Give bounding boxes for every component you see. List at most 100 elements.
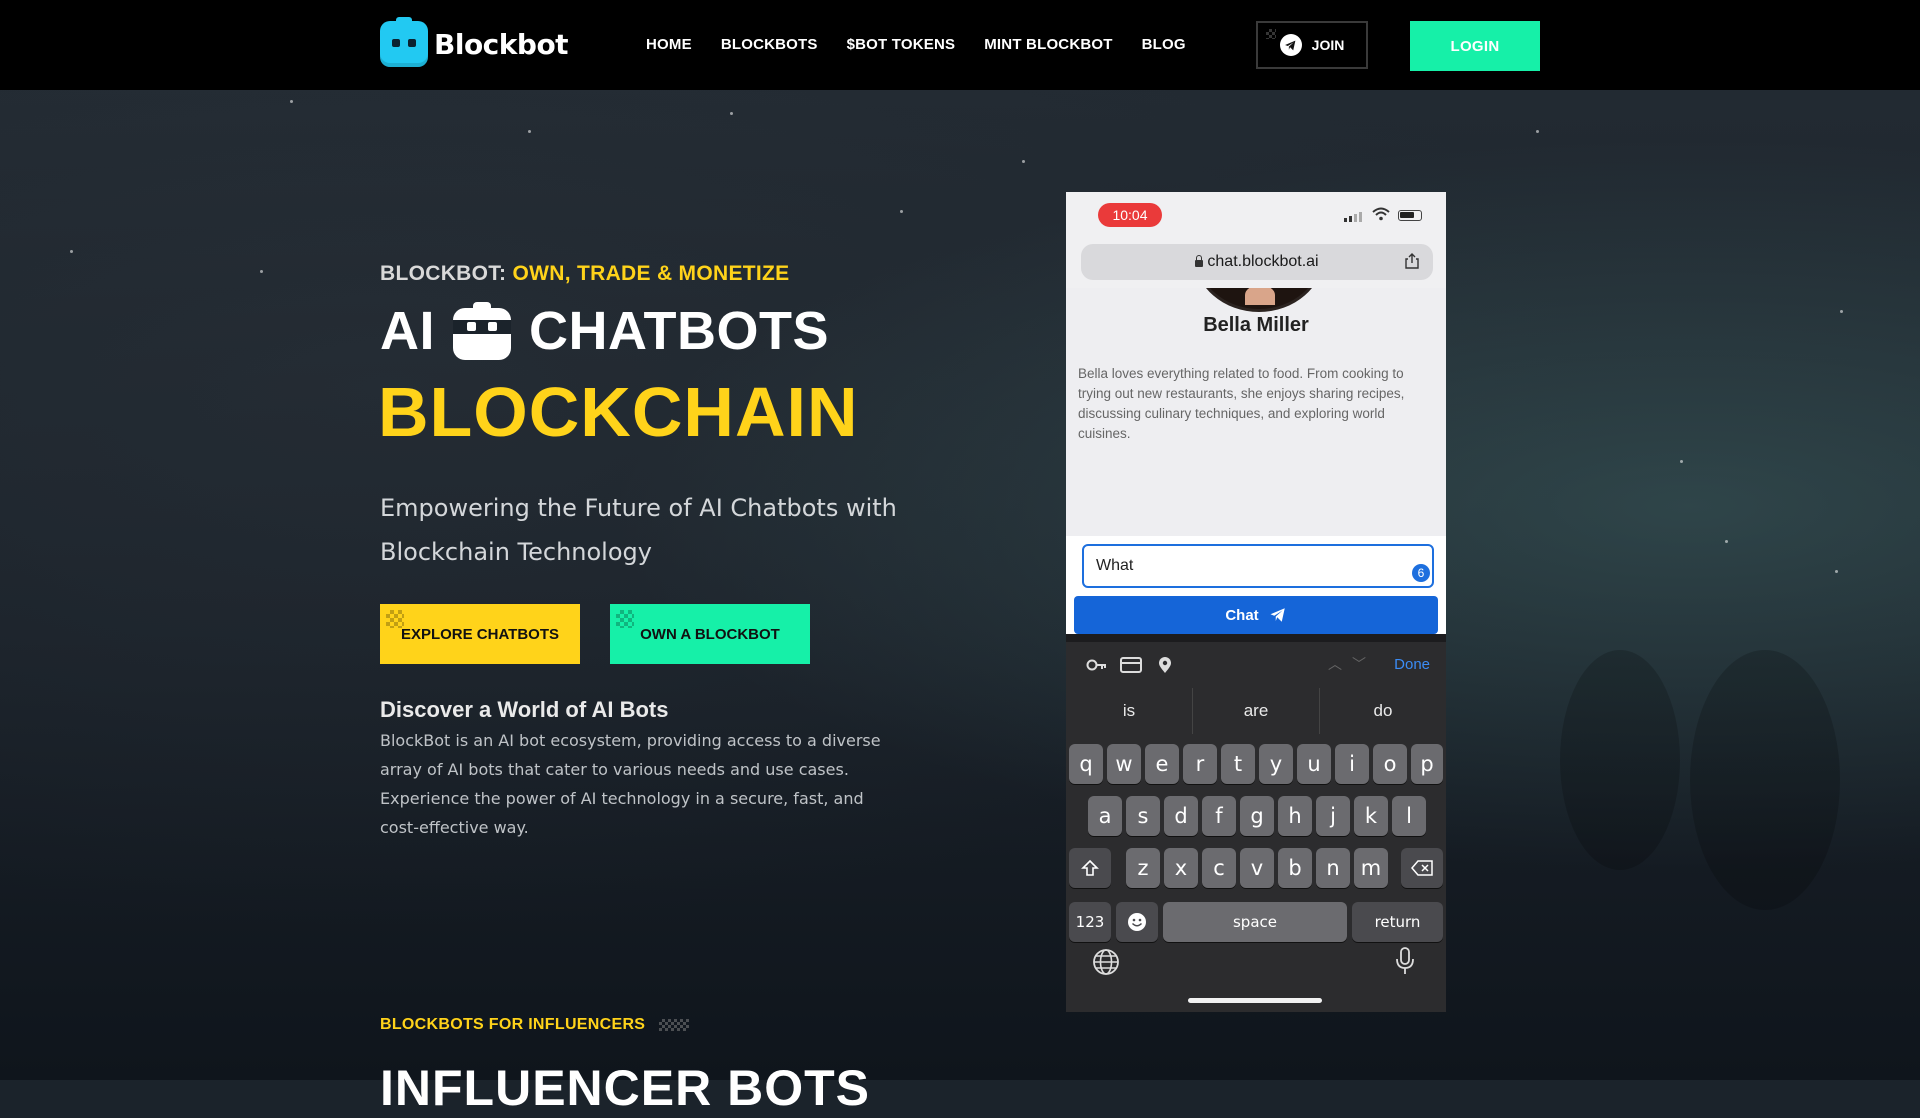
char-counter-badge: 6	[1412, 564, 1430, 582]
message-input[interactable]	[1082, 544, 1434, 588]
space-key[interactable]: space	[1163, 902, 1347, 942]
field-nav-arrows[interactable]: ︿﹀	[1328, 654, 1376, 674]
explore-chatbots-label: EXPLORE CHATBOTS	[400, 625, 560, 643]
emoji-key[interactable]	[1116, 902, 1158, 942]
return-key[interactable]: return	[1352, 902, 1443, 942]
section-title: INFLUENCER BOTS	[380, 1060, 870, 1116]
section-kicker: BLOCKBOTS FOR INFLUENCERS	[380, 1016, 690, 1034]
key-a[interactable]: a	[1088, 796, 1122, 836]
signal-icon	[1344, 212, 1362, 222]
key-g[interactable]: g	[1240, 796, 1274, 836]
chat-send-button[interactable]: Chat	[1074, 596, 1438, 634]
key-b[interactable]: b	[1278, 848, 1312, 888]
phone-mockup: 10:04 chat.blockbot.ai Bella Miller Bell…	[1066, 192, 1446, 1012]
checker-decoration	[616, 610, 634, 628]
login-button[interactable]: LOGIN	[1410, 21, 1540, 71]
predictive-suggestions: is are do	[1066, 688, 1446, 734]
checker-decoration	[659, 1019, 690, 1031]
backspace-icon	[1411, 860, 1433, 876]
key-o[interactable]: o	[1373, 744, 1407, 784]
join-button[interactable]: JOIN	[1256, 21, 1368, 69]
key-f[interactable]: f	[1202, 796, 1236, 836]
key-j[interactable]: j	[1316, 796, 1350, 836]
blockbot-logo-icon	[380, 17, 428, 67]
bot-name: Bella Miller	[1203, 314, 1309, 336]
kicker-yellow: OWN, TRADE & MONETIZE	[512, 262, 790, 285]
key-e[interactable]: e	[1145, 744, 1179, 784]
hero-title-ai: AI	[380, 301, 435, 361]
done-button[interactable]: Done	[1394, 656, 1430, 673]
browser-bar: chat.blockbot.ai	[1066, 238, 1446, 288]
key-s[interactable]: s	[1126, 796, 1160, 836]
kicker-white: BLOCKBOT:	[380, 262, 507, 285]
home-indicator	[1188, 998, 1322, 1003]
key-m[interactable]: m	[1354, 848, 1388, 888]
send-icon	[1270, 608, 1285, 622]
hero-title-line1: AI CHATBOTS	[380, 298, 829, 364]
ios-keyboard: q w e r t y u i o p a s d f g h j k l z …	[1066, 734, 1446, 1012]
key-c[interactable]: c	[1202, 848, 1236, 888]
logo-text: Blockbot	[434, 27, 569, 61]
microphone-icon[interactable]	[1394, 946, 1416, 976]
nav-home[interactable]: HOME	[646, 36, 692, 54]
section-kicker-label: BLOCKBOTS FOR INFLUENCERS	[380, 1016, 646, 1033]
robot-icon	[453, 302, 511, 360]
key-n[interactable]: n	[1316, 848, 1350, 888]
explore-chatbots-button[interactable]: EXPLORE CHATBOTS	[380, 604, 580, 664]
keyboard-accessory-bar: ︿﹀ Done	[1066, 642, 1446, 688]
key-q[interactable]: q	[1069, 744, 1103, 784]
key-d[interactable]: d	[1164, 796, 1198, 836]
hero-title-chatbots: CHATBOTS	[529, 301, 829, 361]
key-h[interactable]: h	[1278, 796, 1312, 836]
suggestion-item[interactable]: do	[1320, 688, 1446, 734]
nav-blog[interactable]: BLOG	[1142, 36, 1186, 54]
credit-card-icon[interactable]	[1120, 656, 1142, 674]
backspace-key[interactable]	[1401, 848, 1443, 888]
bot-description: Bella loves everything related to food. …	[1078, 366, 1405, 441]
suggestion-item[interactable]: are	[1193, 688, 1320, 734]
url-text: chat.blockbot.ai	[1207, 253, 1319, 270]
emoji-icon	[1128, 913, 1146, 931]
hero-kicker: BLOCKBOT: OWN, TRADE & MONETIZE	[380, 262, 789, 286]
key-u[interactable]: u	[1297, 744, 1331, 784]
status-time: 10:04	[1098, 203, 1162, 227]
key-x[interactable]: x	[1164, 848, 1198, 888]
key-k[interactable]: k	[1354, 796, 1388, 836]
suggestion-item[interactable]: is	[1066, 688, 1193, 734]
bot-profile: Bella Miller Bella loves everything rela…	[1066, 288, 1446, 536]
shift-key[interactable]	[1069, 848, 1111, 888]
hero-background	[0, 90, 1920, 1080]
telegram-icon	[1279, 34, 1302, 56]
battery-icon	[1398, 210, 1422, 221]
numbers-key[interactable]: 123	[1069, 902, 1111, 942]
chat-button-label: Chat	[1225, 606, 1259, 624]
chat-input-area: 6 Chat	[1066, 536, 1446, 634]
key-y[interactable]: y	[1259, 744, 1293, 784]
key-r[interactable]: r	[1183, 744, 1217, 784]
key-t[interactable]: t	[1221, 744, 1255, 784]
key-z[interactable]: z	[1126, 848, 1160, 888]
hero-subtitle: Empowering the Future of AI Chatbots wit…	[380, 494, 897, 566]
nav-bot-tokens[interactable]: $BOT TOKENS	[847, 36, 956, 54]
join-label: JOIN	[1311, 37, 1345, 53]
phone-status-bar: 10:04	[1066, 192, 1446, 238]
key-i[interactable]: i	[1335, 744, 1369, 784]
globe-icon[interactable]	[1092, 948, 1120, 976]
own-a-blockbot-button[interactable]: OWN A BLOCKBOT	[610, 604, 810, 664]
logo[interactable]: Blockbot	[380, 17, 569, 67]
wifi-icon	[1372, 207, 1390, 221]
location-pin-icon[interactable]	[1154, 656, 1176, 674]
url-bar[interactable]: chat.blockbot.ai	[1081, 244, 1433, 280]
nav-mint-blockbot[interactable]: MINT BLOCKBOT	[984, 36, 1112, 54]
key-v[interactable]: v	[1240, 848, 1274, 888]
key-l[interactable]: l	[1392, 796, 1426, 836]
shift-icon	[1081, 859, 1099, 876]
key-icon[interactable]	[1086, 656, 1108, 674]
nav-blockbots[interactable]: BLOCKBOTS	[721, 36, 818, 54]
share-icon[interactable]	[1405, 253, 1419, 269]
avatar	[1194, 288, 1324, 312]
checker-decoration	[386, 610, 404, 628]
key-w[interactable]: w	[1107, 744, 1141, 784]
discover-title: Discover a World of AI Bots	[380, 697, 669, 722]
key-p[interactable]: p	[1411, 744, 1443, 784]
